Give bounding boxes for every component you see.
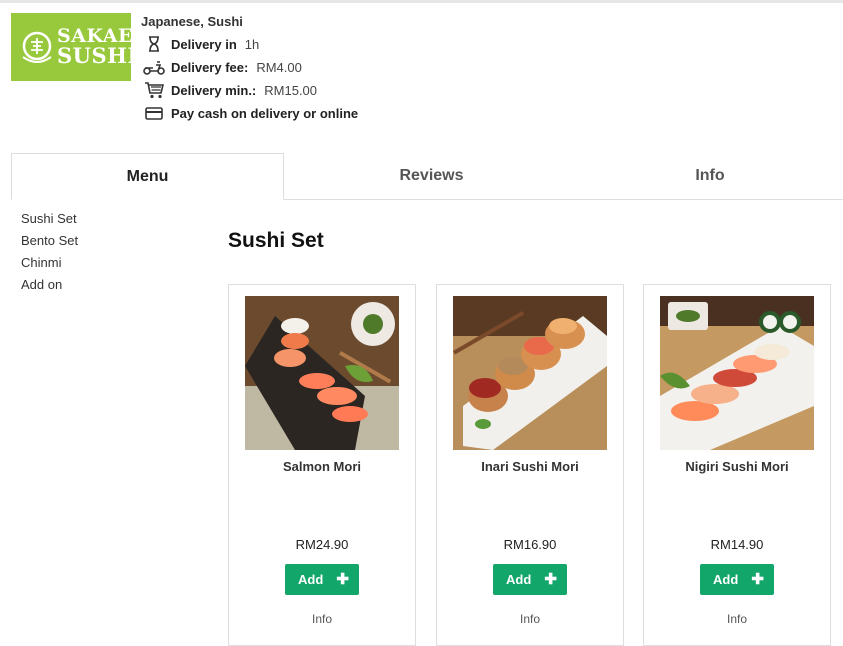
delivery-min-label: Delivery min.: [171, 82, 257, 98]
delivery-fee-row: Delivery fee: RM4.00 [143, 58, 302, 76]
logo-line2: SUSHI [57, 43, 138, 68]
card-icon [143, 104, 165, 122]
hourglass-icon [143, 35, 165, 53]
delivery-fee-label: Delivery fee: [171, 59, 249, 75]
add-button-label: Add [713, 572, 739, 587]
tab-bar: Menu Reviews Info [11, 153, 843, 200]
delivery-time-label: Delivery in [171, 36, 237, 52]
add-button-label: Add [298, 572, 324, 587]
delivery-min-value: RM15.00 [264, 82, 318, 98]
product-card: Salmon Mori RM24.90 Add ✚ Info [228, 284, 416, 646]
category-sidebar: Sushi Set Bento Set Chinmi Add on [21, 210, 78, 298]
tab-info[interactable]: Info [571, 153, 843, 199]
plus-icon: ✚ [336, 571, 349, 588]
section-title: Sushi Set [228, 229, 324, 252]
tab-reviews[interactable]: Reviews [294, 153, 569, 199]
payment-row: Pay cash on delivery or online [143, 104, 366, 122]
product-price: RM14.90 [710, 537, 764, 552]
sidebar-item-chinmi[interactable]: Chinmi [21, 254, 78, 276]
delivery-fee-value: RM4.00 [256, 59, 302, 75]
plus-icon: ✚ [544, 571, 557, 588]
payment-label: Pay cash on delivery or online [171, 105, 359, 121]
product-image[interactable] [453, 296, 607, 450]
scooter-icon [143, 58, 165, 76]
sidebar-item-bento-set[interactable]: Bento Set [21, 232, 78, 254]
logo-text: SAKAE SUSHI [57, 27, 138, 68]
tab-menu[interactable]: Menu [11, 153, 284, 200]
product-info-link[interactable]: Info [229, 612, 415, 626]
restaurant-logo: SAKAE SUSHI [11, 13, 137, 81]
add-to-cart-button[interactable]: Add ✚ [700, 564, 774, 595]
plus-icon: ✚ [751, 571, 764, 588]
top-border [0, 0, 843, 3]
cuisine-label: Japanese, Sushi [141, 14, 243, 29]
product-price: RM24.90 [295, 537, 349, 552]
sidebar-item-add-on[interactable]: Add on [21, 276, 78, 298]
product-image[interactable] [660, 296, 814, 450]
product-card: Nigiri Sushi Mori RM14.90 Add ✚ Info [643, 284, 831, 646]
add-to-cart-button[interactable]: Add ✚ [285, 564, 359, 595]
product-info-link[interactable]: Info [437, 612, 623, 626]
product-card: Inari Sushi Mori RM16.90 Add ✚ Info [436, 284, 624, 646]
add-to-cart-button[interactable]: Add ✚ [493, 564, 567, 595]
product-info-link[interactable]: Info [644, 612, 830, 626]
add-button-label: Add [506, 572, 532, 587]
delivery-time-row: Delivery in 1h [143, 35, 259, 53]
delivery-time-value: 1h [244, 36, 260, 52]
cart-icon [143, 81, 165, 99]
product-name: Inari Sushi Mori [481, 459, 579, 474]
delivery-min-row: Delivery min.: RM15.00 [143, 81, 317, 99]
product-price: RM16.90 [503, 537, 557, 552]
product-image[interactable] [245, 296, 399, 450]
sidebar-item-sushi-set[interactable]: Sushi Set [21, 210, 78, 232]
product-name: Salmon Mori [282, 459, 361, 474]
product-name: Nigiri Sushi Mori [685, 459, 789, 474]
